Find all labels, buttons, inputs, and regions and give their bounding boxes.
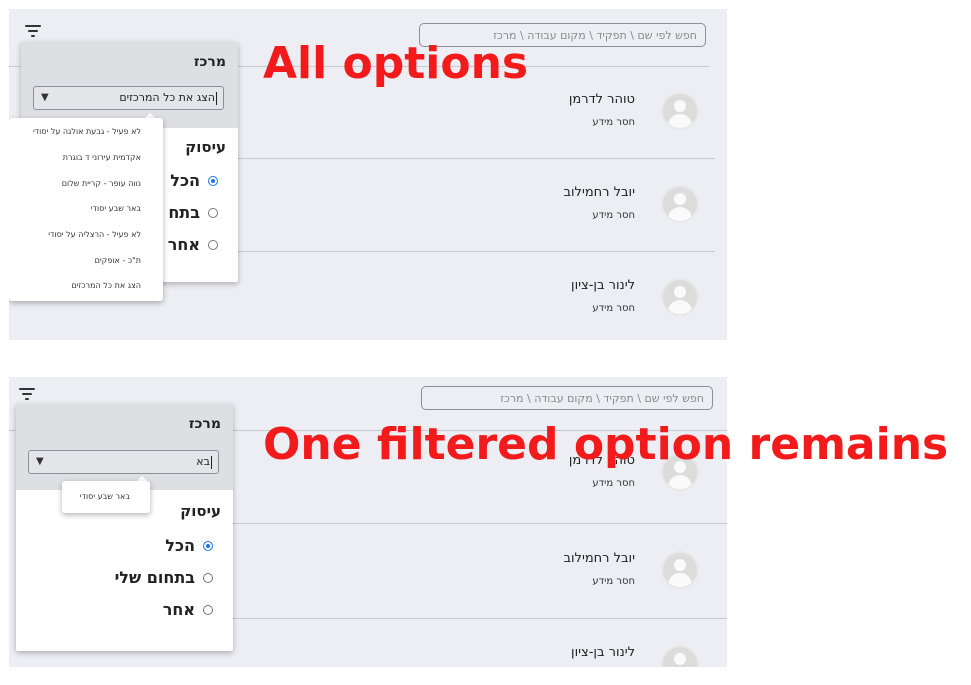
avatar-icon <box>661 92 699 130</box>
person-row[interactable]: טוהר לדרמן חסר מידע <box>539 92 719 162</box>
employment-title: עיסוק <box>180 502 221 520</box>
radio-label: בתחום שלי <box>114 568 195 587</box>
person-name: יובל רחמילוב <box>563 551 636 566</box>
divider <box>229 158 715 159</box>
dropdown-option[interactable]: נווה עופר - קריית שלום <box>62 179 141 188</box>
divider <box>233 618 727 619</box>
divider <box>233 523 727 524</box>
center-select[interactable]: הצג את כל המרכזים ▼ <box>33 86 224 110</box>
person-row[interactable]: לינור בן-ציון חסר מידע <box>539 278 719 340</box>
person-status: חסר מידע <box>592 210 635 221</box>
center-select-value: הצג את כל המרכזים <box>119 91 217 105</box>
dropdown-option[interactable]: באר שבע יסודי <box>91 204 141 213</box>
person-name: לינור בן-ציון <box>571 278 635 293</box>
radio-label: אחר <box>162 600 195 619</box>
person-status: חסר מידע <box>592 478 635 489</box>
dropdown-option[interactable]: באר שבע יסודי <box>80 492 130 501</box>
person-name: לינור בן-ציון <box>571 645 635 660</box>
annotation-all-options: All options <box>263 38 529 89</box>
center-select-value: בא <box>196 455 212 469</box>
annotation-filtered: One filtered option remains <box>263 419 949 470</box>
filter-panel: מרכז בא ▼ עיסוק הכל בתחום שלי אחר <box>16 404 233 651</box>
filter-panel-header: מרכז הצג את כל המרכזים ▼ <box>21 42 238 128</box>
chevron-down-icon[interactable]: ▼ <box>41 92 49 103</box>
filter-icon[interactable] <box>25 25 41 39</box>
search-input[interactable] <box>422 387 712 410</box>
dropdown-option[interactable]: אקדמית עירוני ד בוגרת <box>63 153 141 162</box>
radio[interactable] <box>208 239 218 250</box>
filter-icon[interactable] <box>19 388 35 402</box>
radio-option-all[interactable]: הכל <box>165 535 213 557</box>
person-name: טוהר לדרמן <box>568 92 635 107</box>
person-status: חסר מידע <box>592 117 635 128</box>
center-dropdown-list: לא פעיל - גבעת אולגה על יסודי אקדמית עיר… <box>9 118 163 301</box>
center-dropdown-list: באר שבע יסודי <box>62 481 150 513</box>
center-title: מרכז <box>188 416 221 432</box>
person-name: יובל רחמילוב <box>563 185 636 200</box>
radio[interactable] <box>203 604 213 615</box>
person-row[interactable]: יובל רחמילוב חסר מידע <box>539 185 719 255</box>
avatar-icon <box>661 185 699 223</box>
radio-option-all[interactable]: הכל <box>170 170 218 192</box>
person-row[interactable]: יובל רחמילוב חסר מידע <box>539 551 719 621</box>
radio-option-other[interactable]: אחר <box>163 599 213 621</box>
dropdown-option[interactable]: לא פעיל - גבעת אולגה על יסודי <box>33 127 141 136</box>
radio[interactable] <box>208 207 218 218</box>
search-input-box[interactable] <box>421 386 713 410</box>
radio-selected[interactable] <box>203 540 213 551</box>
select-value-text: הצג את כל המרכזים <box>119 91 215 104</box>
avatar-icon <box>661 551 699 589</box>
select-value-text: בא <box>196 455 210 468</box>
divider <box>229 251 715 252</box>
radio-option-mine[interactable]: בתח <box>168 202 218 224</box>
avatar-icon <box>661 278 699 316</box>
radio-label: אחר <box>167 235 200 254</box>
filter-panel-header: מרכז בא ▼ <box>16 404 233 490</box>
dropdown-option[interactable]: הצג את כל המרכזים <box>71 281 141 290</box>
radio-label: הכל <box>165 536 195 555</box>
person-row[interactable]: לינור בן-ציון <box>539 645 719 667</box>
radio-label: בתח <box>168 203 200 222</box>
person-status: חסר מידע <box>592 303 635 314</box>
chevron-down-icon[interactable]: ▼ <box>36 456 44 467</box>
center-select[interactable]: בא ▼ <box>28 450 219 474</box>
center-title: מרכז <box>193 54 226 70</box>
employment-title: עיסוק <box>185 138 226 156</box>
radio[interactable] <box>203 572 213 583</box>
radio-label: הכל <box>170 171 200 190</box>
radio-option-mine[interactable]: בתחום שלי <box>115 567 213 589</box>
person-status: חסר מידע <box>592 576 635 587</box>
radio-option-other[interactable]: אחר <box>168 234 218 256</box>
avatar-icon <box>661 645 699 667</box>
dropdown-option[interactable]: ת"כ - אופקים <box>95 256 141 265</box>
radio-selected[interactable] <box>208 175 218 186</box>
dropdown-option[interactable]: לא פעיל - הרצליה על יסודי <box>48 230 141 239</box>
